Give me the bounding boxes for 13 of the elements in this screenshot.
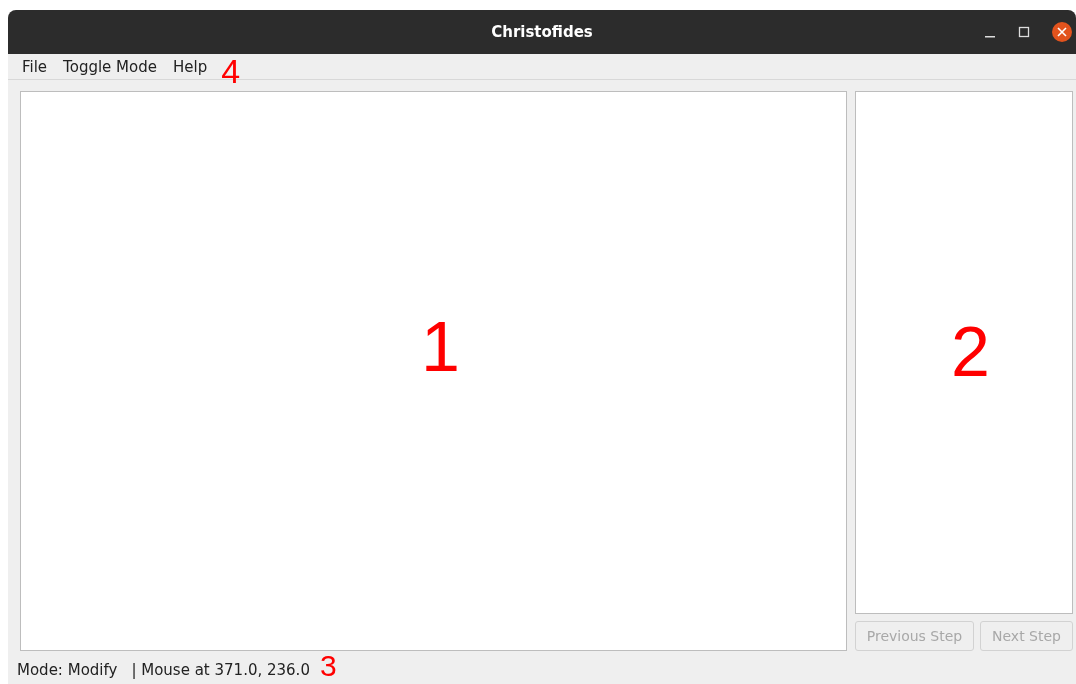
menu-item[interactable]: Help	[165, 57, 216, 76]
window-title: Christofides	[491, 23, 593, 41]
annotation-number: 4	[221, 53, 241, 88]
annotation-number: 1	[421, 312, 460, 382]
annotation-number: 2	[951, 317, 990, 387]
menu-item[interactable]: File	[14, 57, 56, 76]
annotation-number: 3	[319, 651, 337, 681]
mode-label: Mode: Modify	[17, 661, 118, 679]
mouse-position: | Mouse at 371.0, 236.0	[131, 661, 310, 679]
menu-item[interactable]: Toggle Mode	[55, 57, 165, 76]
close-icon[interactable]	[1052, 22, 1072, 42]
maximize-icon[interactable]	[1018, 26, 1030, 38]
drawing-canvas[interactable]: 1	[20, 91, 847, 651]
